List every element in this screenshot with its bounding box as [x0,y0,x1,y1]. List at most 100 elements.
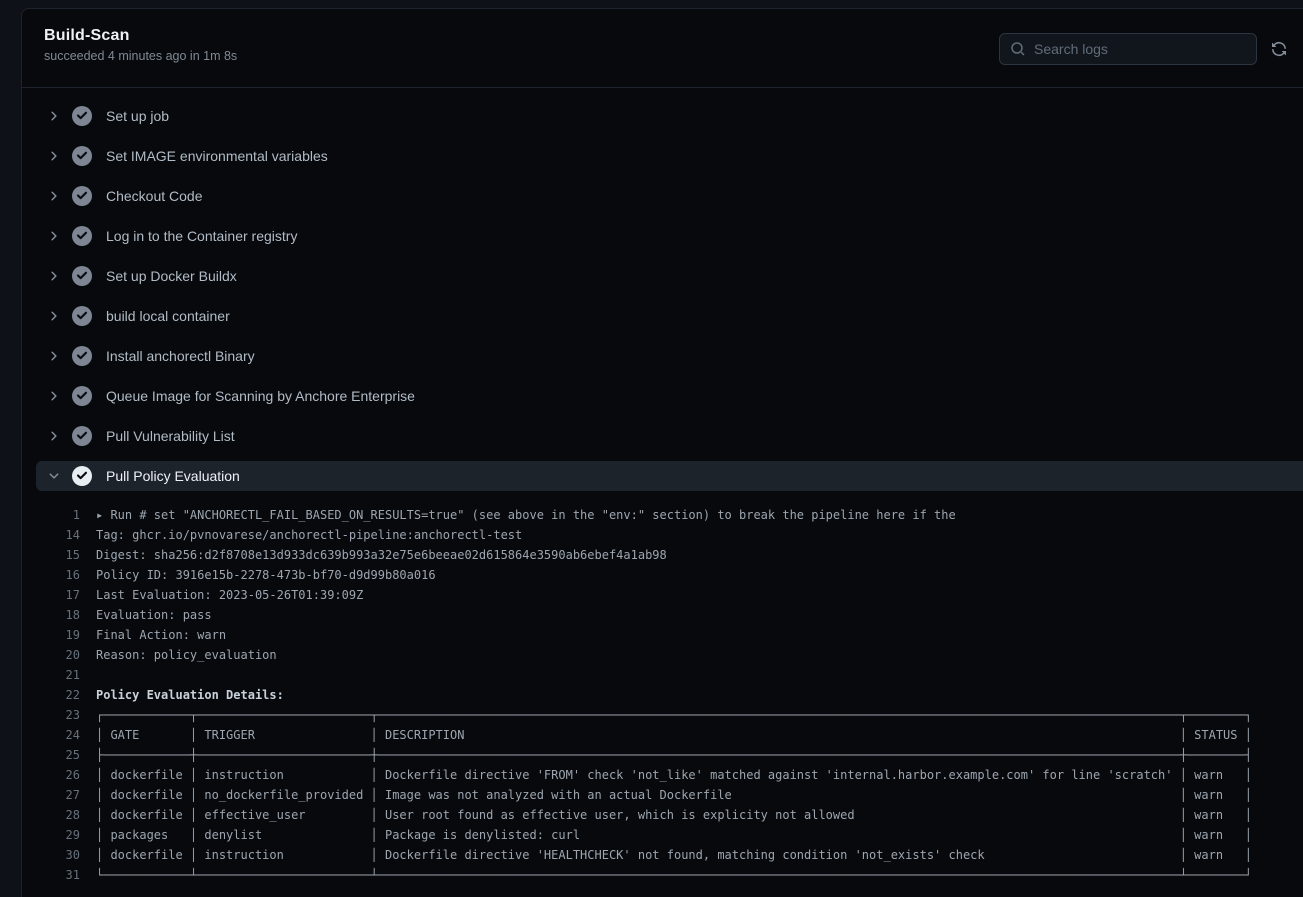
chevron-right-icon[interactable] [48,350,60,362]
log-line-text: │ packages │ denylist │ Package is denyl… [96,825,1252,845]
log-line-number[interactable]: 24 [22,725,80,745]
chevron-down-icon[interactable] [48,470,60,482]
success-check-icon [72,466,92,486]
success-check-icon [72,106,92,126]
step-row-queue-image-for-scanning-by-anchore-enterprise[interactable]: Queue Image for Scanning by Anchore Ente… [22,376,1303,416]
job-log-panel: Build-Scan succeeded 4 minutes ago in 1m… [21,8,1303,897]
log-line[interactable]: 24 │ GATE │ TRIGGER │ DESCRIPTION │ STATU… [22,725,1303,745]
chevron-right-icon[interactable] [48,390,60,402]
chevron-right-icon[interactable] [48,430,60,442]
log-line-number[interactable]: 21 [22,665,80,685]
step-row-install-anchorectl-binary[interactable]: Install anchorectl Binary [22,336,1303,376]
log-line-text: Digest: sha256:d2f8708e13d933dc639b993a3… [96,545,667,565]
log-line-number[interactable]: 14 [22,525,80,545]
step-label: Set up job [106,108,169,124]
log-line-text: │ dockerfile │ instruction │ Dockerfile … [96,765,1252,785]
log-line[interactable]: 14Tag: ghcr.io/pvnovarese/anchorectl-pip… [22,525,1303,545]
log-line-number[interactable]: 22 [22,685,80,705]
log-line[interactable]: 21 [22,665,1303,685]
log-line-text: Policy ID: 3916e15b-2278-473b-bf70-d9d99… [96,565,436,585]
log-line[interactable]: 18 Evaluation: pass [22,605,1303,625]
log-line-text: └────────────┴────────────────────────┴─… [96,865,1252,885]
log-lines: 1 ▸ Run # set "ANCHORECTL_FAIL_BASED_ON_R… [22,496,1303,885]
log-line-number[interactable]: 19 [22,625,80,645]
step-row-pull-policy-evaluation[interactable]: Pull Policy Evaluation [36,461,1303,491]
log-line-number[interactable]: 30 [22,845,80,865]
step-row-set-up-docker-buildx[interactable]: Set up Docker Buildx [22,256,1303,296]
log-line[interactable]: 30 │ dockerfile │ instruction │ Dockerfil… [22,845,1303,865]
chevron-right-icon[interactable] [48,150,60,162]
success-check-icon [72,186,92,206]
job-header: Build-Scan succeeded 4 minutes ago in 1m… [22,9,1303,88]
step-label: Set IMAGE environmental variables [106,148,328,164]
success-check-icon [72,386,92,406]
log-line[interactable]: 27 │ dockerfile │ no_dockerfile_provided … [22,785,1303,805]
log-line[interactable]: 28 │ dockerfile │ effective_user │ User r… [22,805,1303,825]
log-line[interactable]: 1 ▸ Run # set "ANCHORECTL_FAIL_BASED_ON_R… [22,505,1303,525]
log-line-number[interactable]: 17 [22,585,80,605]
step-label: Queue Image for Scanning by Anchore Ente… [106,388,415,404]
step-row-log-in-to-the-container-registry[interactable]: Log in to the Container registry [22,216,1303,256]
step-row-checkout-code[interactable]: Checkout Code [22,176,1303,216]
log-line[interactable]: 16 Policy ID: 3916e15b-2278-473b-bf70-d9d… [22,565,1303,585]
step-row-set-image-environmental-variables[interactable]: Set IMAGE environmental variables [22,136,1303,176]
log-line[interactable]: 23 ┌────────────┬────────────────────────… [22,705,1303,725]
log-line-number[interactable]: 29 [22,825,80,845]
search-logs-input[interactable] [1032,40,1256,58]
success-check-icon [72,146,92,166]
chevron-right-icon[interactable] [48,110,60,122]
header-actions [999,33,1289,65]
log-line-number[interactable]: 27 [22,785,80,805]
log-line-number[interactable]: 16 [22,565,80,585]
success-check-icon [72,426,92,446]
log-line-number[interactable]: 31 [22,865,80,885]
step-label: Set up Docker Buildx [106,268,237,284]
log-line[interactable]: 26 │ dockerfile │ instruction │ Dockerfil… [22,765,1303,785]
chevron-right-icon[interactable] [48,270,60,282]
log-line-number[interactable]: 20 [22,645,80,665]
log-line-number[interactable]: 28 [22,805,80,825]
refresh-icon [1271,41,1287,57]
log-line-number[interactable]: 15 [22,545,80,565]
log-line[interactable]: 15 Digest: sha256:d2f8708e13d933dc639b993… [22,545,1303,565]
chevron-right-icon[interactable] [48,310,60,322]
step-label: build local container [106,308,230,324]
search-icon [1010,41,1026,57]
log-line[interactable]: 20Reason: policy_evaluation [22,645,1303,665]
step-row-pull-vulnerability-list[interactable]: Pull Vulnerability List [22,416,1303,456]
log-line[interactable]: 25 ├────────────┼────────────────────────… [22,745,1303,765]
log-line-text: │ dockerfile │ effective_user │ User roo… [96,805,1252,825]
step-label: Pull Policy Evaluation [106,468,240,484]
log-line[interactable]: 22 Policy Evaluation Details: [22,685,1303,705]
log-line-text: ┌────────────┬────────────────────────┬─… [96,705,1252,725]
search-logs-box[interactable] [999,33,1257,65]
log-line-number[interactable]: 1 [22,505,80,525]
chevron-right-icon[interactable] [48,230,60,242]
log-line-text: Policy Evaluation Details: [96,685,284,705]
log-line[interactable]: 19Final Action: warn [22,625,1303,645]
log-line-text: ├────────────┼────────────────────────┼─… [96,745,1252,765]
log-line[interactable]: 31 └────────────┴────────────────────────… [22,865,1303,885]
log-line-text: Evaluation: pass [96,605,212,625]
log-line-number[interactable]: 18 [22,605,80,625]
step-row-set-up-job[interactable]: Set up job [22,96,1303,136]
refresh-logs-button[interactable] [1269,39,1289,59]
log-line-number[interactable]: 23 [22,705,80,725]
step-label: Checkout Code [106,188,203,204]
log-line-number[interactable]: 26 [22,765,80,785]
log-line-text: │ dockerfile │ instruction │ Dockerfile … [96,845,1252,865]
log-line[interactable]: 17Last Evaluation: 2023-05-26T01:39:09Z [22,585,1303,605]
log-line-text: ▸ Run # set "ANCHORECTL_FAIL_BASED_ON_RE… [96,505,956,525]
success-check-icon [72,226,92,246]
step-row-build-local-container[interactable]: build local container [22,296,1303,336]
success-check-icon [72,266,92,286]
step-label: Install anchorectl Binary [106,348,255,364]
chevron-right-icon[interactable] [48,190,60,202]
log-line-text: │ dockerfile │ no_dockerfile_provided │ … [96,785,1252,805]
log-line-text: │ GATE │ TRIGGER │ DESCRIPTION │ STATUS … [96,725,1252,745]
log-line[interactable]: 29 │ packages │ denylist │ Package is den… [22,825,1303,845]
log-line-number[interactable]: 25 [22,745,80,765]
success-check-icon [72,346,92,366]
step-label: Log in to the Container registry [106,228,297,244]
steps-list: Set up job Set IMAGE environmental variab… [22,88,1303,491]
